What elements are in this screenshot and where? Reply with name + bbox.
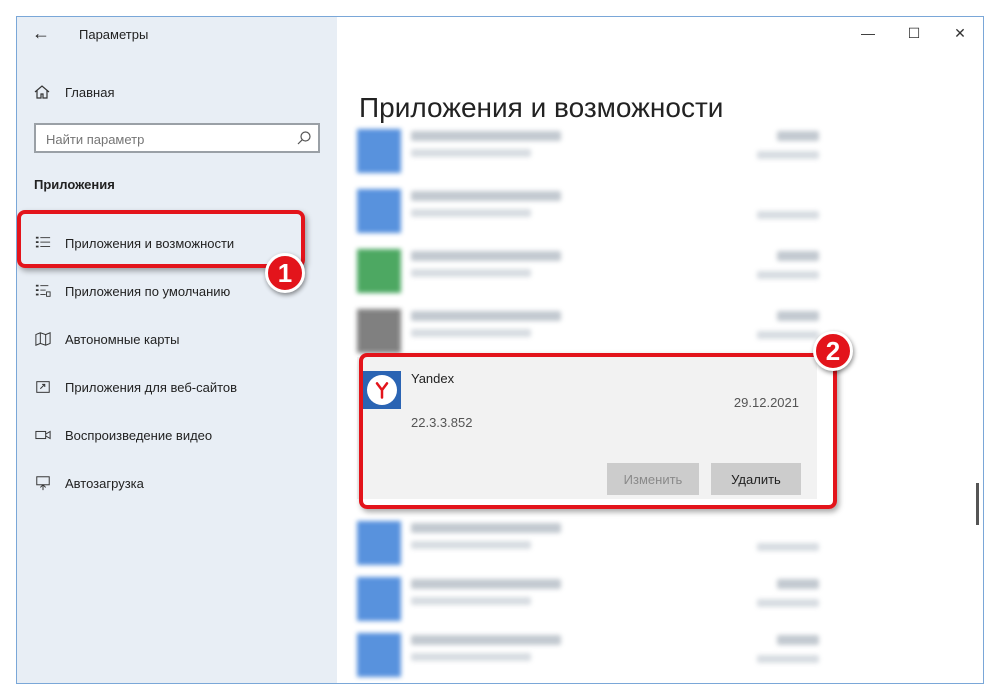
video-playback-icon xyxy=(33,425,53,445)
title-bar: ← Параметры xyxy=(17,17,337,51)
sidebar-item-label: Приложения для веб-сайтов xyxy=(65,379,238,395)
app-icon xyxy=(357,577,401,621)
app-name-blurred xyxy=(411,191,561,201)
sidebar-item-label: Воспроизведение видео xyxy=(65,427,213,443)
sidebar-item-label: Приложения по умолчанию xyxy=(65,283,231,299)
sidebar-item-label: Автономные карты xyxy=(65,331,180,347)
app-publisher-blurred xyxy=(411,269,531,277)
app-icon xyxy=(357,189,401,233)
sidebar-item-startup[interactable]: Автозагрузка xyxy=(17,463,337,503)
app-publisher-blurred xyxy=(411,653,531,661)
app-list-item[interactable] xyxy=(357,125,819,181)
app-date-blurred xyxy=(757,543,819,551)
apps-for-websites-icon xyxy=(33,377,53,397)
app-list-item[interactable] xyxy=(357,573,819,629)
sidebar-item-offline-maps[interactable]: Автономные карты xyxy=(17,319,337,359)
app-date-blurred xyxy=(757,599,819,607)
app-icon xyxy=(357,633,401,677)
search-box[interactable] xyxy=(34,123,320,153)
settings-window: ← Параметры Главная Приложения Приложени… xyxy=(16,16,984,684)
app-date-blurred xyxy=(757,151,819,159)
app-icon xyxy=(357,309,401,353)
app-size-blurred xyxy=(777,579,819,589)
app-name-blurred xyxy=(411,251,561,261)
app-name-blurred xyxy=(411,131,561,141)
main-panel: — ☐ ✕ Приложения и возможности Yandex 22… xyxy=(337,17,983,683)
app-date-blurred xyxy=(757,331,819,339)
sidebar-item-label: Автозагрузка xyxy=(65,475,144,491)
app-publisher-blurred xyxy=(411,149,531,157)
app-size-blurred xyxy=(777,311,819,321)
app-publisher-blurred xyxy=(411,541,531,549)
app-name-blurred xyxy=(411,311,561,321)
home-label: Главная xyxy=(65,84,115,100)
app-name-blurred xyxy=(411,579,561,589)
app-name-blurred xyxy=(411,635,561,645)
highlight-frame-1 xyxy=(17,210,305,268)
app-name-blurred xyxy=(411,523,561,533)
step-badge-1: 1 xyxy=(265,253,305,293)
app-size-blurred xyxy=(777,635,819,645)
app-size-blurred xyxy=(777,131,819,141)
home-link[interactable]: Главная xyxy=(33,81,114,103)
step-badge-2: 2 xyxy=(813,331,853,371)
home-icon xyxy=(34,85,50,99)
highlight-frame-2 xyxy=(359,353,837,509)
app-icon xyxy=(357,521,401,565)
app-date-blurred xyxy=(757,211,819,219)
search-input[interactable] xyxy=(36,125,288,153)
app-list-item[interactable] xyxy=(357,517,819,573)
sidebar-item-video-playback[interactable]: Воспроизведение видео xyxy=(17,415,337,455)
app-list-item[interactable] xyxy=(357,245,819,301)
maximize-icon[interactable]: ☐ xyxy=(891,17,937,49)
page-title: Приложения и возможности xyxy=(359,91,724,123)
window-title: Параметры xyxy=(79,27,149,42)
app-icon xyxy=(357,249,401,293)
close-icon[interactable]: ✕ xyxy=(937,17,983,49)
app-date-blurred xyxy=(757,655,819,663)
app-list-item[interactable] xyxy=(357,185,819,241)
section-title: Приложения xyxy=(34,177,115,192)
app-icon xyxy=(357,129,401,173)
app-date-blurred xyxy=(757,271,819,279)
app-publisher-blurred xyxy=(411,329,531,337)
sidebar-item-apps-websites[interactable]: Приложения для веб-сайтов xyxy=(17,367,337,407)
offline-maps-icon xyxy=(33,329,53,349)
search-icon[interactable] xyxy=(296,130,312,146)
default-apps-icon xyxy=(33,281,53,301)
startup-icon xyxy=(33,473,53,493)
app-publisher-blurred xyxy=(411,209,531,217)
app-size-blurred xyxy=(777,251,819,261)
scrollbar-thumb[interactable] xyxy=(976,483,979,525)
minimize-icon[interactable]: — xyxy=(845,17,891,49)
back-arrow-icon[interactable]: ← xyxy=(31,23,51,43)
app-publisher-blurred xyxy=(411,597,531,605)
sidebar: ← Параметры Главная Приложения Приложени… xyxy=(17,17,337,683)
app-list-item[interactable] xyxy=(357,629,819,683)
window-controls: — ☐ ✕ xyxy=(845,17,983,49)
